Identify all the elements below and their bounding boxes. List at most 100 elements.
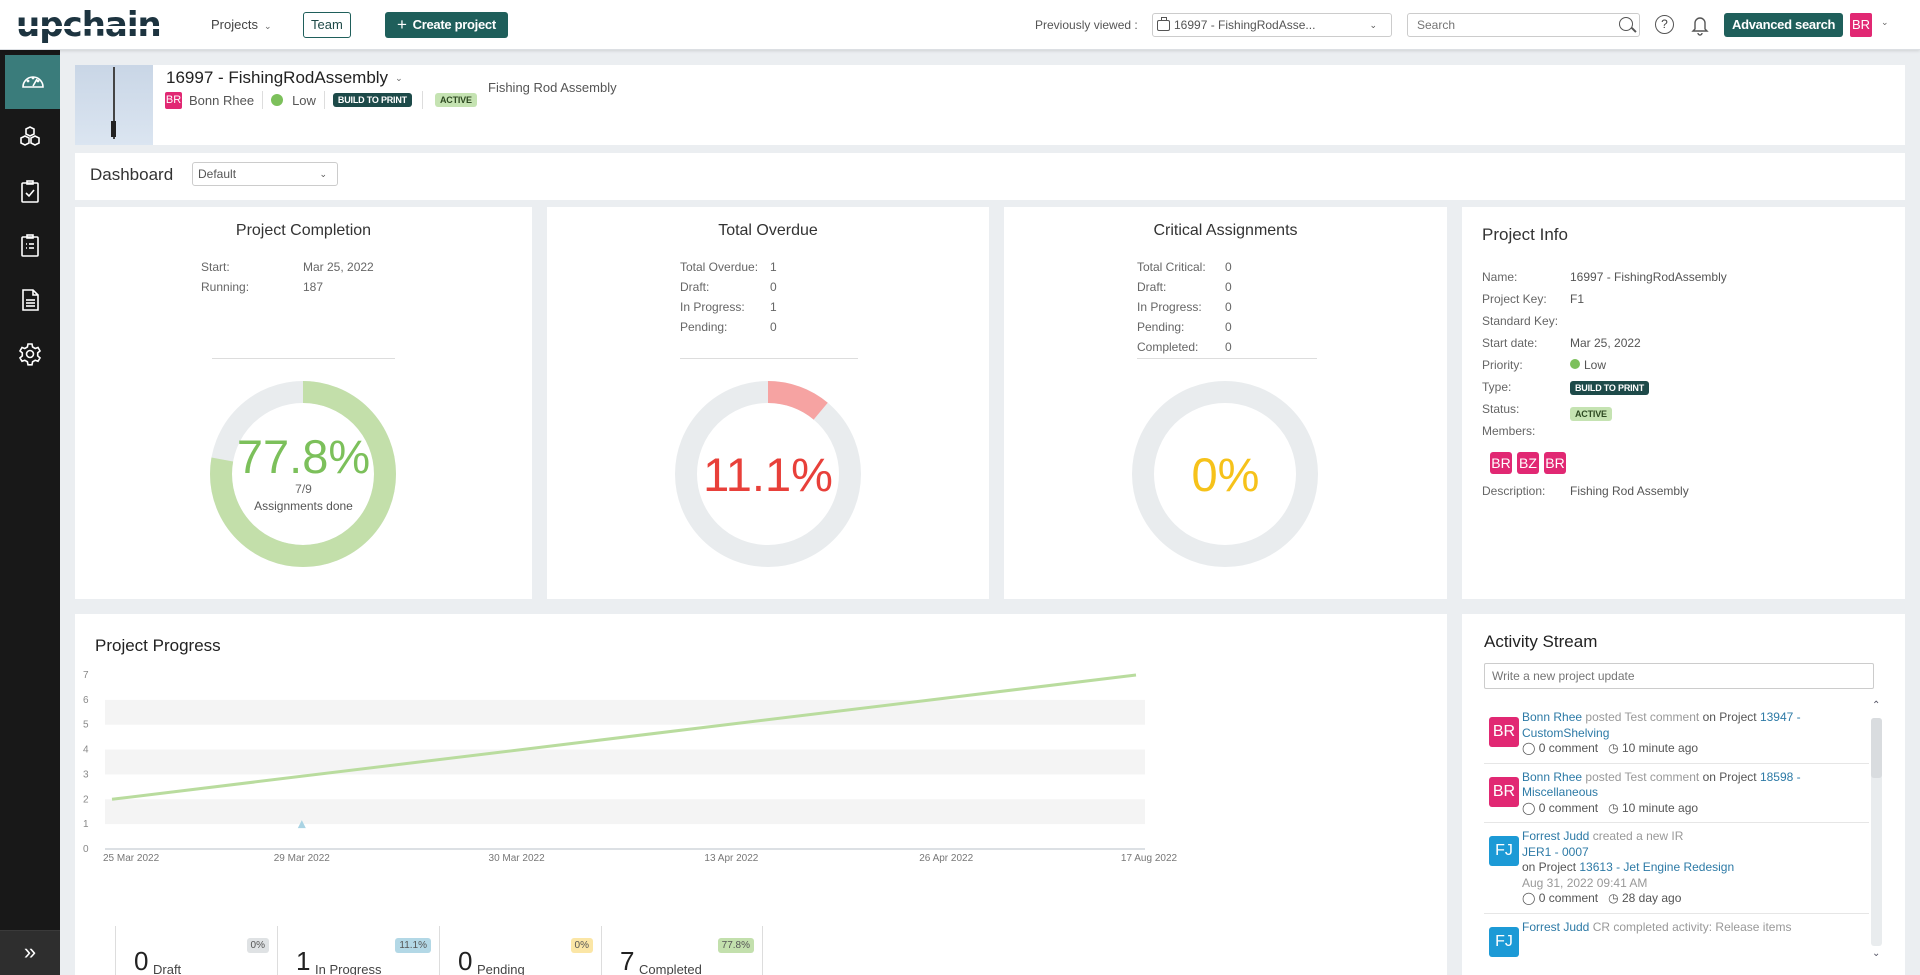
- info-label: Type:: [1482, 380, 1512, 394]
- member-avatar[interactable]: BZ: [1517, 452, 1539, 474]
- sidebar-item-lists[interactable]: [0, 219, 60, 273]
- divider: [421, 91, 423, 109]
- stat-row: Pending: 0: [1137, 317, 1232, 337]
- project-info-title: Project Info: [1482, 225, 1568, 244]
- chevron-down-icon: ⌄: [319, 169, 327, 179]
- info-label: Priority:: [1482, 358, 1523, 372]
- clipboard-check-icon: [21, 180, 39, 203]
- activity-actor-link[interactable]: Forrest Judd: [1522, 829, 1589, 843]
- advanced-search-button[interactable]: Advanced search: [1724, 13, 1844, 37]
- info-label: Start date:: [1482, 336, 1538, 350]
- stat-row: In Progress: 1: [680, 297, 777, 317]
- divider: [323, 91, 325, 109]
- activity-comments[interactable]: 0 comment: [1539, 741, 1598, 755]
- status-cell-pending[interactable]: 0 Pending 0%: [439, 926, 601, 975]
- project-title[interactable]: 16997 - FishingRodAssembly ⌄: [166, 68, 403, 88]
- activity-prefix: on Project: [1699, 710, 1760, 724]
- document-icon: [22, 289, 39, 311]
- dashboard-view-select[interactable]: Default ⌄: [192, 162, 338, 186]
- create-project-button[interactable]: + Create project: [385, 12, 508, 38]
- scroll-down-icon[interactable]: ⌄: [1872, 948, 1880, 959]
- activity-avatar[interactable]: BR: [1489, 776, 1519, 807]
- stat-label: Pending:: [1137, 320, 1185, 334]
- project-meta: BR Bonn Rhee Low BUILD TO PRINT ACTIVE: [165, 91, 477, 109]
- chevron-down-icon: ⌄: [395, 73, 403, 83]
- stat-row: Total Critical: 0: [1137, 257, 1232, 277]
- gear-icon: [18, 343, 42, 366]
- activity-item: FJ Forrest Judd CR completed activity: R…: [1484, 914, 1869, 957]
- activity-prefix: on Project: [1522, 860, 1580, 874]
- stat-value: 0: [1225, 260, 1232, 274]
- expand-sidebar-button[interactable]: »: [0, 930, 60, 975]
- activity-stream-title: Activity Stream: [1484, 632, 1598, 651]
- y-tick-label: 7: [83, 670, 89, 681]
- sidebar-item-parts[interactable]: [0, 111, 60, 165]
- type-badge: BUILD TO PRINT: [332, 93, 412, 107]
- stat-value: 0: [1225, 320, 1232, 334]
- activity-avatar[interactable]: FJ: [1489, 836, 1519, 866]
- project-description: Fishing Rod Assembly: [488, 80, 617, 95]
- stat-value: 0: [1225, 340, 1232, 354]
- member-avatar[interactable]: BR: [1544, 452, 1566, 474]
- info-label: Project Key:: [1482, 292, 1547, 306]
- stat-label: Total Overdue:: [680, 260, 759, 274]
- project-update-input[interactable]: [1484, 663, 1874, 689]
- stat-row: Running: 187: [201, 277, 374, 297]
- activity-comments[interactable]: 0 comment: [1539, 801, 1598, 815]
- y-tick-label: 1: [83, 819, 89, 830]
- activity-actor-link[interactable]: Bonn Rhee: [1522, 710, 1582, 724]
- projects-menu-label: Projects: [211, 17, 258, 32]
- chevron-down-icon[interactable]: ⌄: [1881, 17, 1889, 28]
- dashboard-view-value: Default: [198, 167, 237, 181]
- critical-assignments-card: Critical Assignments Total Critical: 0 Dr…: [1004, 207, 1447, 599]
- projects-menu[interactable]: Projects ⌄: [211, 17, 272, 32]
- status-percent-badge: 0%: [570, 938, 593, 953]
- bell-icon[interactable]: [1690, 14, 1710, 36]
- card-title: Project Completion: [235, 222, 372, 239]
- activity-avatar[interactable]: BR: [1489, 717, 1519, 747]
- sidebar-item-tasks[interactable]: [0, 165, 60, 219]
- stat-label: In Progress:: [680, 300, 745, 314]
- project-header: 16997 - FishingRodAssembly ⌄ BR Bonn Rhee…: [75, 65, 1905, 145]
- search-input[interactable]: [1408, 14, 1608, 36]
- grid-band: [105, 799, 1145, 825]
- scrollbar-thumb[interactable]: [1871, 718, 1882, 778]
- member-avatar[interactable]: BR: [1490, 452, 1512, 474]
- activity-meta: ◯ 0 comment ◷ 10 minute ago: [1522, 741, 1869, 757]
- activity-comments[interactable]: 0 comment: [1539, 891, 1598, 905]
- sidebar-item-dashboard[interactable]: [5, 55, 60, 109]
- status-cell-in-progress[interactable]: 1 In Progress 11.1%: [277, 926, 439, 975]
- search-icon[interactable]: [1619, 17, 1633, 31]
- previously-viewed-select[interactable]: 16997 - FishingRodAsse... ⌄: [1152, 13, 1392, 37]
- y-tick-label: 6: [83, 695, 89, 706]
- activity-actor-link[interactable]: Bonn Rhee: [1522, 770, 1582, 784]
- overdue-percent: 11.1%: [703, 448, 833, 501]
- activity-stream-card: Activity Stream BR Bonn Rhee posted Test…: [1462, 614, 1905, 975]
- activity-date: Aug 31, 2022 09:41 AM: [1522, 875, 1648, 890]
- activity-avatar[interactable]: FJ: [1489, 926, 1519, 957]
- stat-label: Draft:: [1137, 280, 1167, 294]
- info-row-status: Status: ACTIVE: [1482, 402, 1727, 424]
- sidebar-item-documents[interactable]: [0, 273, 60, 327]
- status-cell-completed[interactable]: 7 Completed 77.8%: [601, 926, 763, 975]
- completion-count: 7/9: [295, 482, 312, 496]
- upchain-logo[interactable]: upchain: [16, 8, 162, 42]
- info-label: Name:: [1482, 270, 1518, 284]
- user-avatar[interactable]: BR: [1850, 13, 1872, 37]
- dashboard-title: Dashboard: [90, 165, 174, 184]
- status-cell-draft[interactable]: 0 Draft 0%: [115, 926, 277, 975]
- activity-meta: ◯ 0 comment ◷ 10 minute ago: [1522, 801, 1869, 817]
- card-title: Critical Assignments: [1153, 222, 1298, 239]
- activity-actor-link[interactable]: Forrest Judd: [1522, 920, 1589, 934]
- project-thumbnail[interactable]: [75, 65, 153, 145]
- activity-scrollbar[interactable]: [1871, 718, 1882, 946]
- scroll-up-icon[interactable]: ⌃: [1872, 700, 1880, 711]
- stat-row: Draft: 0: [1137, 277, 1232, 297]
- sidebar-item-settings[interactable]: [0, 327, 60, 381]
- stat-label: Start:: [201, 260, 230, 274]
- team-button[interactable]: Team: [303, 12, 351, 38]
- help-icon[interactable]: ?: [1655, 15, 1674, 34]
- search-box: [1407, 13, 1640, 37]
- activity-ir-link[interactable]: JER1 - 0007: [1522, 845, 1869, 861]
- activity-target-link[interactable]: 13613 - Jet Engine Redesign: [1579, 860, 1734, 874]
